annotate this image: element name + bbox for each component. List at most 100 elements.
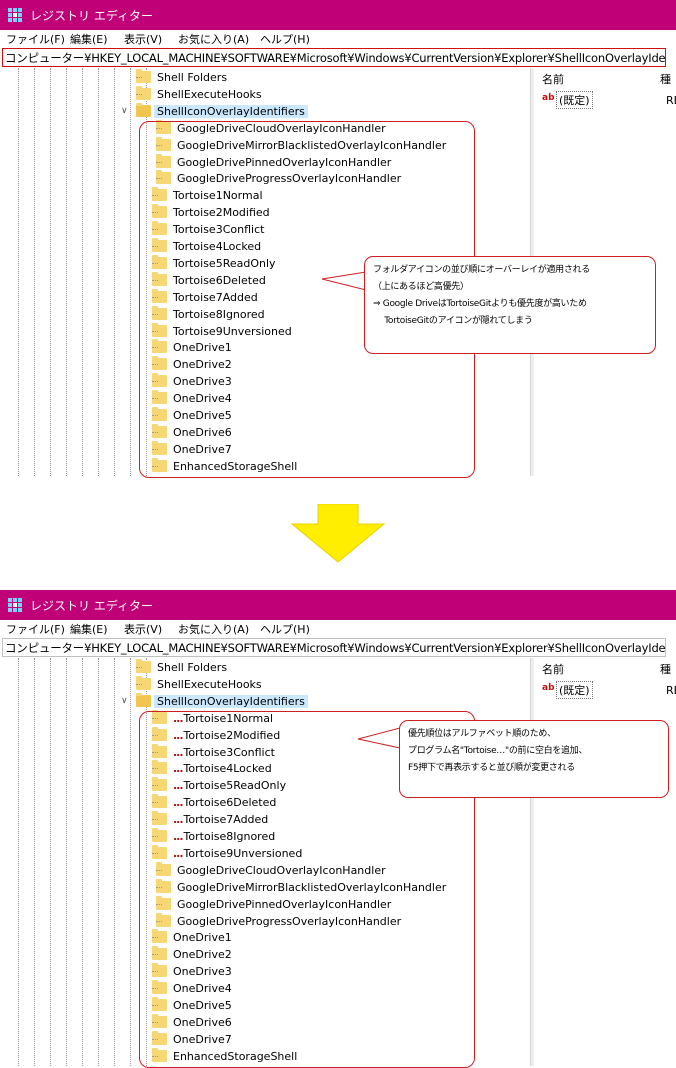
tree-connector [152,954,158,956]
tree-node-child[interactable]: Tortoise7Added [152,288,258,306]
menu-favorites[interactable]: お気に入り(A) [178,621,249,637]
tree-node-child[interactable]: OneDrive5 [152,997,232,1014]
key-label: OneDrive6 [173,1015,232,1029]
tree-connector [136,683,142,685]
explanation-callout-after: 優先順位はアルファベット順のため、 プログラム名"Tortoise…"の前に空白を… [399,720,669,798]
callout-line: TortoiseGitのアイコンが隠れてしまう [373,316,533,326]
tree-node-child[interactable]: OneDrive6 [152,423,232,441]
address-bar[interactable]: コンピューター¥HKEY_LOCAL_MACHINE¥SOFTWARE¥Micr… [2,638,666,657]
tree-connector [152,415,158,416]
tree-node-child[interactable]: OneDrive1 [152,929,232,946]
menu-view[interactable]: 表示(V) [124,31,162,47]
string-value-icon: ab [542,683,555,693]
tree-node-child[interactable]: OneDrive2 [152,356,232,373]
tree-node-child-renamed[interactable]: ...Tortoise6Deleted [152,794,276,811]
added-space-marker: ... [173,711,184,725]
tree-node-child-renamed[interactable]: ...Tortoise1Normal [152,709,273,727]
tree-node-child[interactable]: OneDrive4 [152,390,232,407]
tree-connector [152,852,158,854]
tree-node-child[interactable]: GoogleDriveCloudOverlayIconHandler [156,119,386,137]
tree-node-child[interactable]: Tortoise4Locked [152,238,261,255]
tree-connector [152,1021,158,1023]
tree-node-child[interactable]: GoogleDriveMirrorBlacklistedOverlayIconH… [156,136,446,154]
tree-node-child[interactable]: Tortoise9Unversioned [152,322,292,340]
tree-node-child[interactable]: OneDrive7 [152,1030,232,1048]
tree-node-child[interactable]: OneDrive4 [152,980,232,997]
added-space-marker: ... [173,846,184,860]
default-value-name[interactable]: (既定) [556,681,593,699]
default-value-name[interactable]: (既定) [556,91,593,109]
tree-node-child[interactable]: OneDrive2 [152,946,232,963]
tree-node-child[interactable]: OneDrive3 [152,963,232,980]
tree-connector [152,296,158,298]
tree-node-child[interactable]: OneDrive5 [152,407,232,424]
tree-node-child[interactable]: GoogleDriveMirrorBlacklistedOverlayIconH… [156,878,446,896]
key-label: Tortoise6Deleted [173,273,266,287]
chevron-down-icon[interactable]: ∨ [121,103,128,120]
tree-connector [152,229,158,231]
menu-view[interactable]: 表示(V) [124,621,162,637]
tree-node-selected[interactable]: ∨ ShellIconOverlayIdentifiers [121,102,308,120]
explanation-callout-before: フォルダアイコンの並び順にオーバーレイが適用される （上にあるほど高優先） ⇒ Go… [364,256,656,354]
tree-node-child[interactable]: OneDrive7 [152,440,232,458]
tree-node-child[interactable]: GoogleDriveProgressOverlayIconHandler [156,170,401,187]
tree-node-selected[interactable]: ∨ ShellIconOverlayIdentifiers [121,692,308,710]
window-title: レジストリ エディター [30,599,153,613]
tree-node-child-renamed[interactable]: ...Tortoise8Ignored [152,828,275,845]
menu-file[interactable]: ファイル(F) [6,621,65,637]
tree-node-parent[interactable]: ShellExecuteHooks [136,85,262,103]
menu-file[interactable]: ファイル(F) [6,31,65,47]
chevron-down-icon[interactable]: ∨ [121,693,128,710]
tree-node-child[interactable]: OneDrive1 [152,339,232,356]
tree-node-child[interactable]: Tortoise8Ignored [152,305,265,323]
menu-edit[interactable]: 編集(E) [70,621,108,637]
name-column-header[interactable]: 名前 [542,71,564,87]
menu-bar: ファイル(F) 編集(E) 表示(V) お気に入り(A) ヘルプ(H) [0,620,676,637]
type-column-header[interactable]: 種 [660,661,671,677]
menu-favorites[interactable]: お気に入り(A) [178,31,249,47]
tree-node-parent[interactable]: ShellExecuteHooks [136,675,262,693]
key-label: GoogleDrivePinnedOverlayIconHandler [177,897,392,911]
menu-bar: ファイル(F) 編集(E) 表示(V) お気に入り(A) ヘルプ(H) [0,30,676,47]
key-label: OneDrive3 [173,965,232,979]
tree-node-child[interactable]: Tortoise6Deleted [152,271,266,289]
tree-node-child[interactable]: GoogleDriveProgressOverlayIconHandler [156,912,401,930]
tree-node-parent[interactable]: Shell Folders [136,69,227,86]
menu-edit[interactable]: 編集(E) [70,31,108,47]
name-column-header[interactable]: 名前 [542,661,564,677]
tree-connector [152,398,158,400]
tree-node-child[interactable]: Tortoise2Modified [152,204,270,221]
key-label: OneDrive4 [173,982,232,996]
key-label: OneDrive1 [173,931,232,945]
tree-node-child[interactable]: EnhancedStorageShell [152,457,297,475]
tree-node-child-renamed[interactable]: ...Tortoise7Added [152,811,268,828]
tree-node-child[interactable]: GoogleDrivePinnedOverlayIconHandler [156,153,391,171]
title-bar: レジストリ エディター [0,0,676,30]
tree-node-child[interactable]: OneDrive3 [152,373,232,390]
tree-node-child[interactable]: Tortoise1Normal [152,187,263,204]
tree-node-child-renamed[interactable]: ...Tortoise4Locked [152,760,272,777]
tree-node-child[interactable]: EnhancedStorageShell [152,1047,297,1065]
tree-node-child-renamed[interactable]: ...Tortoise2Modified [152,726,280,744]
tree-node-child-renamed[interactable]: ...Tortoise3Conflict [152,743,275,761]
tree-connector [136,77,142,78]
type-column-header[interactable]: 種 [660,71,671,87]
key-label: ShellIconOverlayIdentifiers [154,104,308,118]
menu-help[interactable]: ヘルプ(H) [260,621,310,637]
tree-node-child[interactable]: OneDrive6 [152,1013,232,1031]
tree-node-parent[interactable]: Shell Folders [136,659,227,676]
callout-line: 優先順位はアルファベット順のため、 [408,729,556,739]
tree-connector [152,717,158,719]
tree-node-child[interactable]: GoogleDriveCloudOverlayIconHandler [156,861,386,879]
added-space-marker: ... [173,779,184,793]
tree-guide-line [146,68,147,476]
tree-node-child[interactable]: Tortoise3Conflict [152,221,264,238]
tree-node-child-renamed[interactable]: ...Tortoise9Unversioned [152,844,302,862]
key-label: OneDrive2 [173,358,232,372]
tree-node-child[interactable]: Tortoise5ReadOnly [152,254,276,272]
tree-node-child[interactable]: GoogleDrivePinnedOverlayIconHandler [156,895,392,913]
menu-help[interactable]: ヘルプ(H) [260,31,310,47]
tree-connector [152,195,158,197]
tree-node-child-renamed[interactable]: ...Tortoise5ReadOnly [152,777,286,794]
address-bar[interactable]: コンピューター¥HKEY_LOCAL_MACHINE¥SOFTWARE¥Micr… [2,48,666,67]
